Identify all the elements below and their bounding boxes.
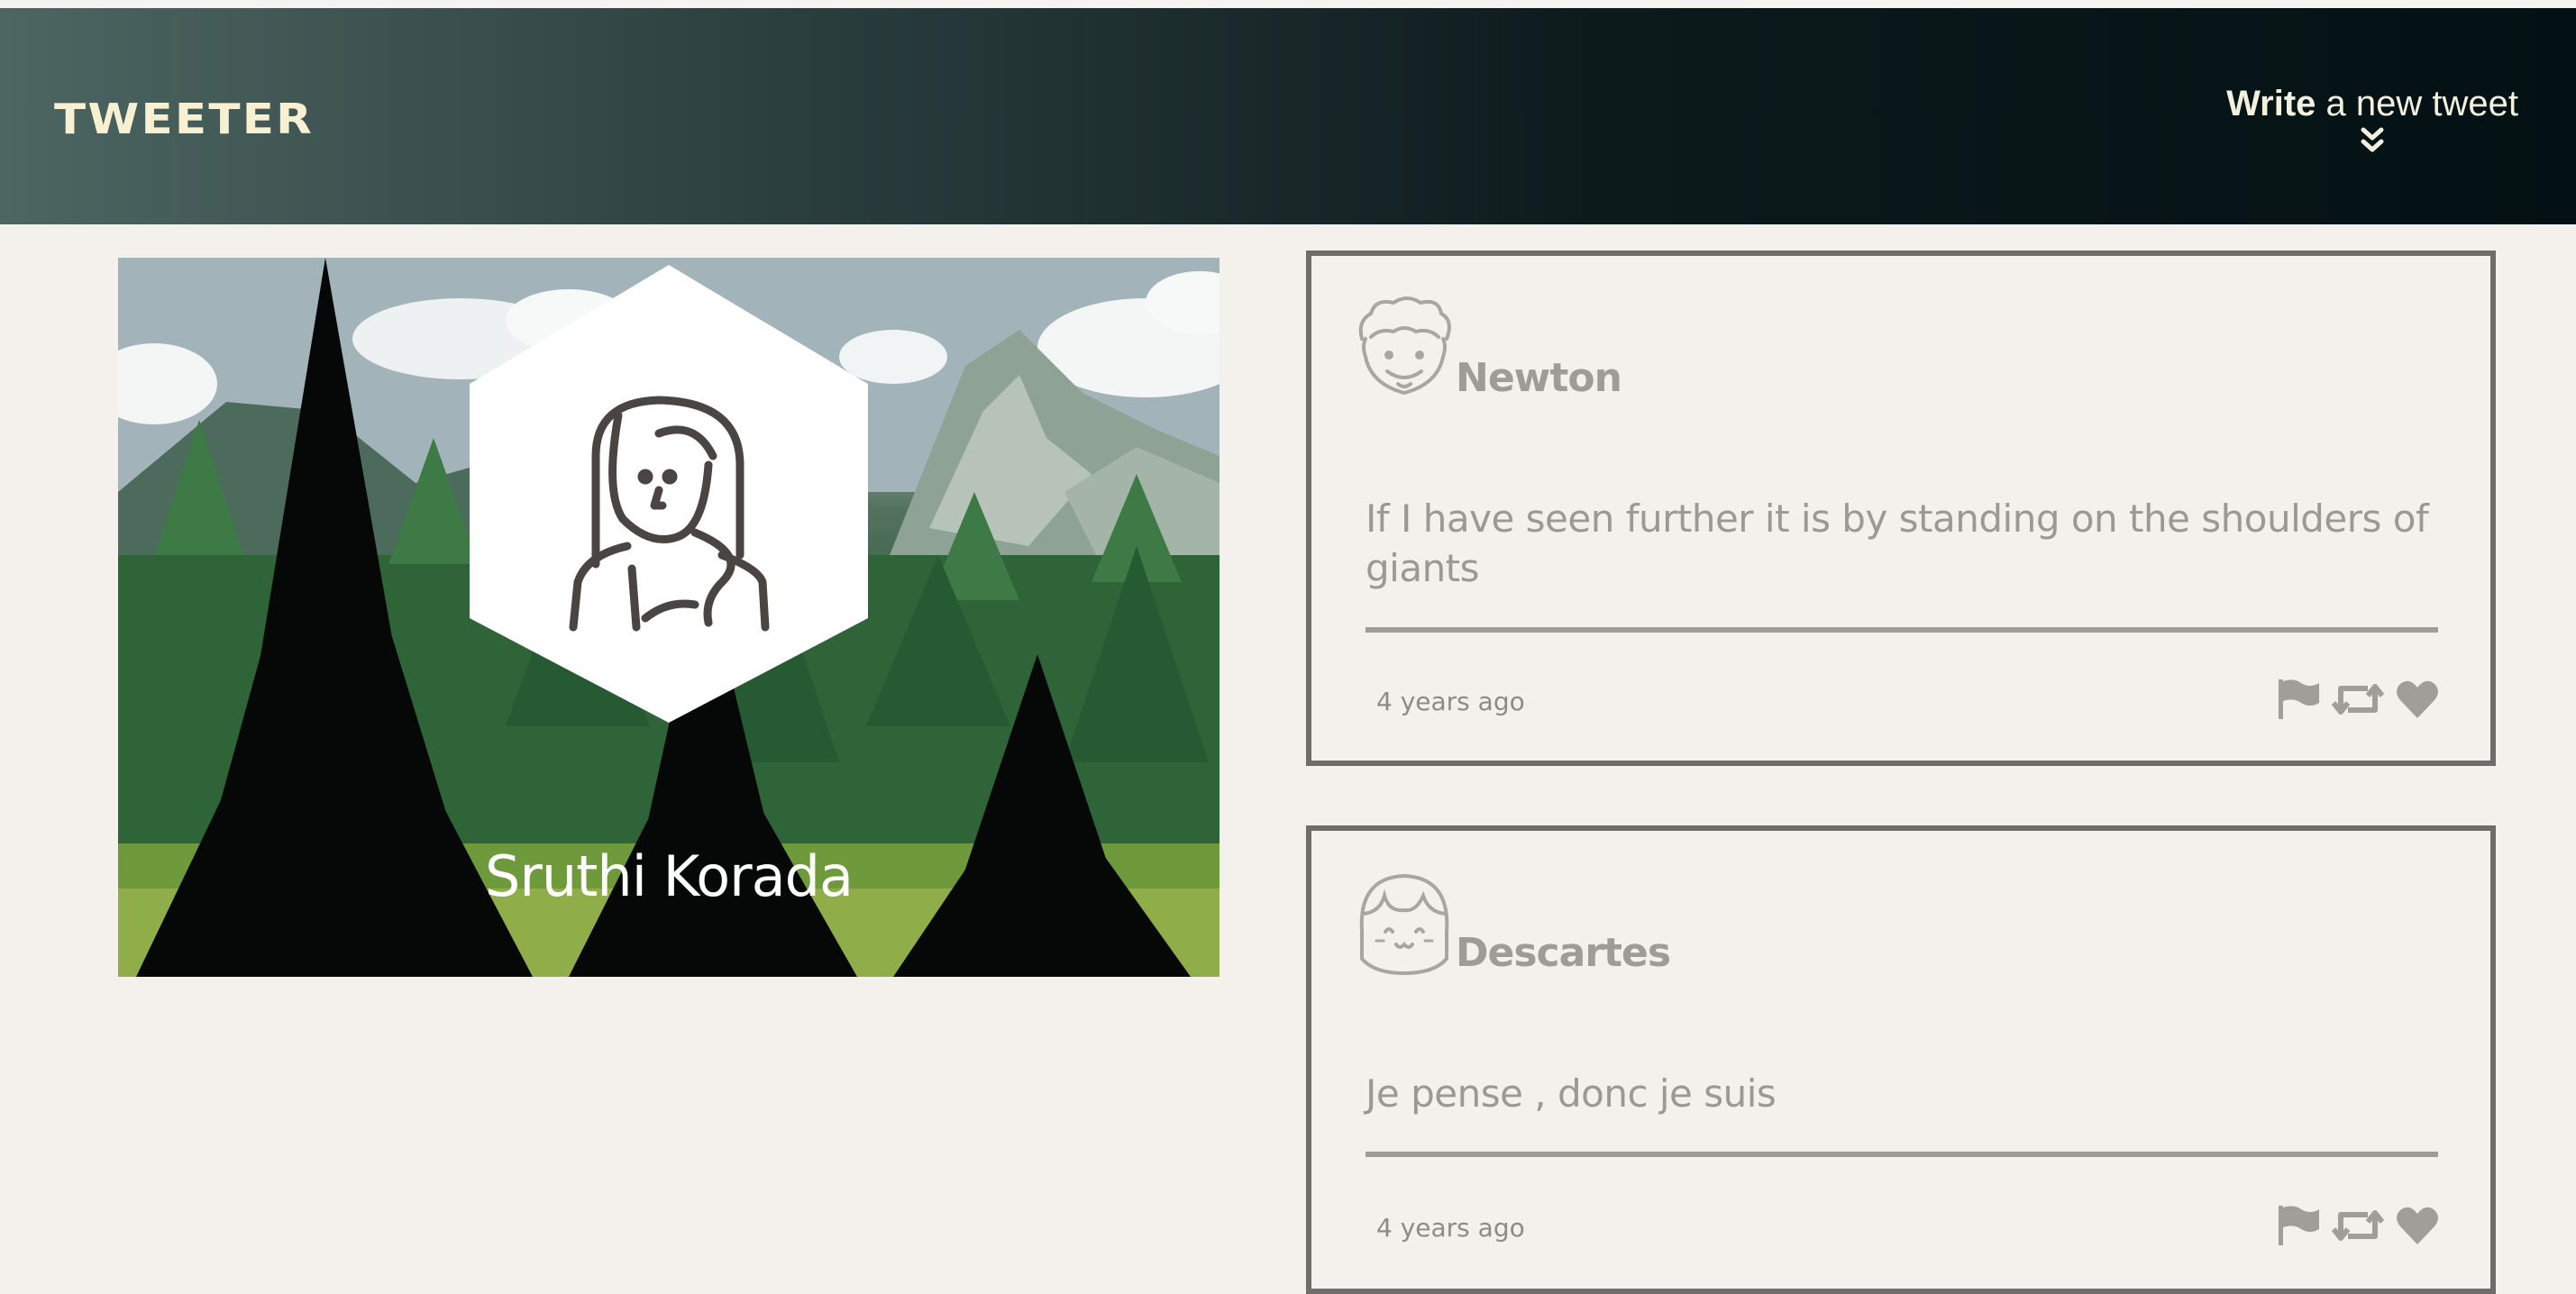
tweet-timestamp: 4 years ago <box>1376 1213 1525 1243</box>
tweet-timestamp: 4 years ago <box>1376 687 1525 716</box>
heart-icon[interactable] <box>2395 679 2440 724</box>
profile-card: Sruthi Korada <box>118 258 1219 977</box>
tweet-divider <box>1366 1152 2438 1157</box>
flag-icon[interactable] <box>2276 678 2321 724</box>
tweet-actions <box>2276 678 2440 724</box>
retweet-icon[interactable] <box>2331 679 2385 723</box>
curly-hair-avatar-icon <box>1353 294 1456 404</box>
tweet-content: If I have seen further it is by standing… <box>1366 497 2429 590</box>
tweet-divider <box>1366 627 2438 633</box>
tweet-author[interactable]: Newton <box>1456 355 1622 401</box>
compose-label-bold: Write <box>2226 84 2316 123</box>
top-strip <box>0 0 2576 8</box>
flag-icon[interactable] <box>2276 1204 2321 1251</box>
retweet-icon[interactable] <box>2331 1206 2385 1249</box>
heart-icon[interactable] <box>2395 1205 2440 1250</box>
tweet-card: Descartes Je pense , donc je suis 4 year… <box>1306 825 2496 1294</box>
tweet-author[interactable]: Descartes <box>1456 930 1671 976</box>
bangs-avatar-icon <box>1353 869 1456 979</box>
double-chevron-down-icon <box>2226 123 2518 163</box>
tweet-actions <box>2276 1204 2440 1251</box>
tweet-card: Newton If I have seen further it is by s… <box>1306 251 2496 766</box>
write-new-tweet-button[interactable]: Write a new tweet <box>2226 84 2518 163</box>
brand-logo[interactable]: TWEETER <box>54 95 314 143</box>
top-navbar: TWEETER Write a new tweet <box>0 8 2576 224</box>
profile-name: Sruthi Korada <box>484 843 854 909</box>
compose-label-rest: a new tweet <box>2316 84 2518 123</box>
tweet-content: Je pense , donc je suis <box>1366 1071 1777 1116</box>
